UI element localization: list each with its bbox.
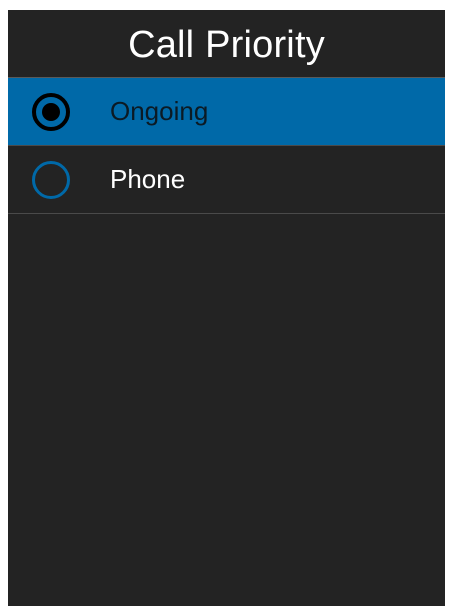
page-title: Call Priority [128,24,325,66]
option-ongoing[interactable]: Ongoing [8,78,445,146]
radio-unchecked-icon[interactable] [32,160,70,199]
option-phone[interactable]: Phone [8,146,445,214]
priority-options-list: Ongoing Phone [8,78,445,214]
call-priority-screen: Call Priority Ongoing Phone [8,10,445,606]
option-label: Phone [110,164,186,194]
title-bar: Call Priority [8,10,445,78]
radio-checked-icon[interactable] [32,92,70,131]
option-label: Ongoing [110,96,209,126]
